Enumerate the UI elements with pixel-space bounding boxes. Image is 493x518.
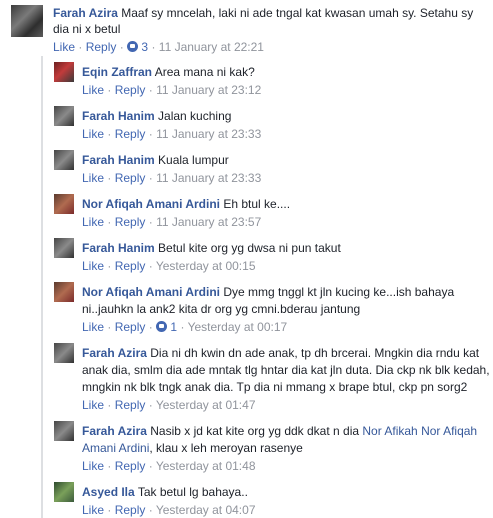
- timestamp[interactable]: Yesterday at 01:48: [156, 459, 256, 473]
- reply-button[interactable]: Reply: [115, 459, 146, 473]
- reply-author[interactable]: Farah Hanim: [82, 241, 155, 255]
- reply-author[interactable]: Asyed Ila: [82, 485, 135, 499]
- reply-button[interactable]: Reply: [86, 40, 117, 54]
- avatar[interactable]: [54, 343, 74, 363]
- reply-actions: Like · Reply · Yesterday at 01:47: [82, 398, 256, 412]
- like-button[interactable]: Like: [82, 83, 104, 97]
- reply-author[interactable]: Farah Azira: [82, 424, 147, 438]
- reply-author[interactable]: Nor Afiqah Amani Ardini: [82, 285, 220, 299]
- reply-text: Tak betul lg bahaya..: [137, 485, 248, 499]
- timestamp[interactable]: 11 January at 23:33: [156, 127, 261, 141]
- like-button[interactable]: Like: [82, 215, 104, 229]
- reply-button[interactable]: Reply: [115, 83, 146, 97]
- reply-actions: Like · Reply · 11 January at 23:57: [82, 215, 262, 229]
- reply-actions: Like · Reply · 11 January at 23:33: [82, 127, 262, 141]
- reply-actions: Like · Reply · Yesterday at 01:48: [82, 459, 256, 473]
- like-reaction-icon[interactable]: [156, 321, 168, 332]
- reply-author[interactable]: Farah Hanim: [82, 109, 155, 123]
- reply-item: Farah Azira Dia ni dh kwin dn ade anak, …: [54, 341, 493, 413]
- like-reaction-icon[interactable]: [127, 41, 139, 52]
- comment-actions: Like · Reply · 3 · 11 January at 22:21: [53, 40, 264, 54]
- reply-item: Nor Afiqah Amani Ardini Eh btul ke.... L…: [54, 192, 493, 230]
- like-button[interactable]: Like: [82, 127, 104, 141]
- reply-item: Farah Hanim Betul kite org yg dwsa ni pu…: [54, 236, 493, 274]
- avatar[interactable]: [11, 5, 43, 37]
- comment-author[interactable]: Farah Azira: [53, 6, 118, 20]
- avatar[interactable]: [54, 62, 74, 82]
- like-button[interactable]: Like: [82, 171, 104, 185]
- reply-author[interactable]: Farah Hanim: [82, 153, 155, 167]
- reply-author[interactable]: Farah Azira: [82, 346, 147, 360]
- reply-text-start: Nasib x jd kat kite org yg ddk dkat n di…: [150, 424, 363, 438]
- reply-text: Area mana ni kak?: [154, 65, 255, 79]
- avatar[interactable]: [54, 150, 74, 170]
- reaction-count[interactable]: 3: [141, 40, 148, 54]
- avatar[interactable]: [54, 106, 74, 126]
- reaction-count[interactable]: 1: [170, 320, 177, 334]
- reply-actions: Like · Reply · Yesterday at 00:15: [82, 259, 256, 273]
- timestamp[interactable]: Yesterday at 01:47: [156, 398, 256, 412]
- timestamp[interactable]: 11 January at 23:12: [156, 83, 261, 97]
- timestamp[interactable]: 11 January at 22:21: [159, 40, 264, 54]
- reply-item: Nor Afiqah Amani Ardini Dye mmg tnggl kt…: [54, 280, 493, 335]
- reply-item: Eqin Zaffran Area mana ni kak? Like · Re…: [54, 60, 493, 98]
- reply-item: Farah Hanim Kuala lumpur Like · Reply · …: [54, 148, 493, 186]
- reply-actions: Like · Reply · 11 January at 23:33: [82, 171, 262, 185]
- avatar[interactable]: [54, 282, 74, 302]
- avatar[interactable]: [54, 238, 74, 258]
- timestamp[interactable]: Yesterday at 04:07: [156, 503, 256, 517]
- timestamp[interactable]: Yesterday at 00:17: [188, 320, 288, 334]
- reply-actions: Like · Reply · Yesterday at 04:07: [82, 503, 256, 517]
- like-button[interactable]: Like: [82, 503, 104, 517]
- reply-text: Kuala lumpur: [158, 153, 229, 167]
- reply-button[interactable]: Reply: [115, 320, 146, 334]
- reply-button[interactable]: Reply: [115, 215, 146, 229]
- reply-item: Farah Hanim Jalan kuching Like · Reply ·…: [54, 104, 493, 142]
- avatar[interactable]: [54, 194, 74, 214]
- like-button[interactable]: Like: [82, 259, 104, 273]
- timestamp[interactable]: 11 January at 23:57: [156, 215, 261, 229]
- reply-author[interactable]: Nor Afiqah Amani Ardini: [82, 197, 220, 211]
- reply-author[interactable]: Eqin Zaffran: [82, 65, 152, 79]
- reply-item: Farah Azira Nasib x jd kat kite org yg d…: [54, 419, 493, 474]
- reply-text-end: , klau x leh meroyan rasenye: [149, 441, 303, 455]
- reply-button[interactable]: Reply: [115, 259, 146, 273]
- reply-button[interactable]: Reply: [115, 127, 146, 141]
- reply-text: Betul kite org yg dwsa ni pun takut: [158, 241, 341, 255]
- avatar[interactable]: [54, 421, 74, 441]
- reply-text: Jalan kuching: [158, 109, 232, 123]
- reply-text: Eh btul ke....: [223, 197, 291, 211]
- like-button[interactable]: Like: [82, 320, 104, 334]
- like-button[interactable]: Like: [53, 40, 75, 54]
- reply-actions: Like · Reply · 11 January at 23:12: [82, 83, 262, 97]
- reply-button[interactable]: Reply: [115, 503, 146, 517]
- reply-thread: Eqin Zaffran Area mana ni kak? Like · Re…: [41, 56, 493, 518]
- timestamp[interactable]: Yesterday at 00:15: [156, 259, 256, 273]
- timestamp[interactable]: 11 January at 23:33: [156, 171, 261, 185]
- reply-item: Asyed Ila Tak betul lg bahaya.. Like · R…: [54, 480, 493, 518]
- like-button[interactable]: Like: [82, 398, 104, 412]
- like-button[interactable]: Like: [82, 459, 104, 473]
- avatar[interactable]: [54, 482, 74, 502]
- top-comment: Farah Azira Maaf sy mncelah, laki ni ade…: [11, 5, 489, 55]
- reply-button[interactable]: Reply: [115, 171, 146, 185]
- reply-actions: Like · Reply · 1 · Yesterday at 00:17: [82, 320, 288, 334]
- reply-button[interactable]: Reply: [115, 398, 146, 412]
